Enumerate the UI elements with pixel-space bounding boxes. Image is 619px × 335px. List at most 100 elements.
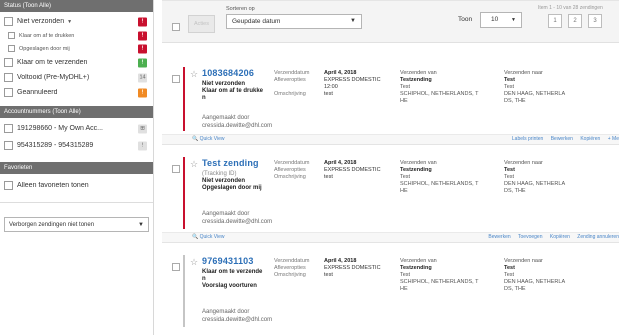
- service: EXPRESS DOMESTIC: [324, 77, 381, 83]
- sort-select[interactable]: Geupdate datum ▼: [226, 14, 362, 29]
- field-label: Verzenddatum: [274, 160, 310, 166]
- status-filter-list: Niet verzonden ▼ ! Klaar om af te drukke…: [0, 12, 153, 102]
- tracking-number-link[interactable]: 1083684206: [202, 68, 254, 78]
- card-actions: Bewerken Toevoegen Kopiëren Zending annu…: [482, 234, 619, 240]
- from-line: SCHIPHOL, NETHERLANDS, T: [400, 181, 479, 187]
- page-size-select[interactable]: 10 ▼: [480, 12, 522, 28]
- from-line: HE: [400, 188, 408, 194]
- from-line: Test: [400, 272, 411, 278]
- status-bar: [183, 67, 185, 131]
- more-link[interactable]: + Me: [608, 136, 619, 142]
- filter-klaar-om-af-te-drukken[interactable]: Klaar om af te drukken !: [4, 29, 149, 42]
- field-label: Omschrijving: [274, 272, 306, 278]
- status-line: Voorslag voorturen: [202, 283, 257, 289]
- filter-niet-verzonden[interactable]: Niet verzonden ▼ !: [4, 14, 149, 29]
- shipment-checkbox[interactable]: [172, 165, 180, 173]
- grid-icon: ⊞: [138, 124, 147, 133]
- tracking-number-link[interactable]: 9769431103: [202, 256, 254, 266]
- star-icon[interactable]: ☆: [190, 159, 198, 170]
- hidden-filter-block: Verborgen zendingen niet tonen ▼: [0, 202, 153, 232]
- page-button-1[interactable]: 1: [548, 14, 562, 28]
- filter-label: 191298660 - My Own Acc...: [17, 125, 103, 132]
- created-by-email: cressida.dewitte@dhl.com: [202, 317, 273, 323]
- checkbox[interactable]: [4, 88, 13, 97]
- shipment-list-panel: Acties Sorteren op Geupdate datum ▼ Toon…: [162, 0, 619, 335]
- quick-view-link[interactable]: 🔍 Quick View: [192, 234, 225, 240]
- count-badge: 14: [138, 73, 147, 82]
- to-header: Verzenden naar: [504, 258, 543, 264]
- page-size-value: 10: [491, 16, 499, 23]
- status-line: (Tracking ID): [202, 171, 237, 177]
- star-icon[interactable]: ☆: [190, 69, 198, 80]
- ship-date: April 4, 2018: [324, 70, 357, 76]
- checkbox[interactable]: [4, 73, 13, 82]
- alert-icon: !: [138, 88, 147, 97]
- to-line: Test: [504, 265, 515, 271]
- print-labels-link[interactable]: Labels printen: [512, 136, 543, 142]
- service: EXPRESS DOMESTIC: [324, 265, 381, 271]
- edit-link[interactable]: Bewerken: [488, 234, 510, 240]
- shipment-checkbox[interactable]: [172, 75, 180, 83]
- from-line: SCHIPHOL, NETHERLANDS, T: [400, 279, 479, 285]
- account-filter-list: 191298660 - My Own Acc... ⊞ 954315289 - …: [0, 118, 153, 156]
- from-line: Testzending: [400, 265, 432, 271]
- edit-link[interactable]: Bewerken: [551, 136, 573, 142]
- page-button-3[interactable]: 3: [588, 14, 602, 28]
- filter-account-2[interactable]: 954315289 - 954315289 !: [4, 137, 149, 154]
- status-bar: [183, 255, 185, 327]
- list-toolbar: Acties Sorteren op Geupdate datum ▼ Toon…: [162, 1, 619, 43]
- field-label: Omschrijving: [274, 174, 306, 180]
- hidden-shipments-select[interactable]: Verborgen zendingen niet tonen ▼: [4, 217, 149, 232]
- checkbox[interactable]: [8, 32, 15, 39]
- checkbox[interactable]: [4, 141, 13, 150]
- to-line: DS, THE: [504, 286, 526, 292]
- chevron-down-icon: ▼: [138, 221, 144, 228]
- status-line: Niet verzonden: [202, 178, 246, 184]
- tracking-number-link[interactable]: Test zending: [202, 158, 259, 168]
- page-button-2[interactable]: 2: [568, 14, 582, 28]
- checkbox[interactable]: [8, 45, 15, 52]
- chevron-down-icon: ▼: [350, 18, 356, 24]
- favorites-header: Favorieten: [0, 162, 153, 174]
- chevron-down-icon[interactable]: ▼: [67, 19, 72, 25]
- filter-voltooid[interactable]: Voltooid (Pre-MyDHL+) 14: [4, 70, 149, 85]
- filter-geannuleerd[interactable]: Geannuleerd !: [4, 85, 149, 100]
- copy-link[interactable]: Kopiëren: [550, 234, 570, 240]
- shipment-card: ☆ 9769431103 Klaar om te verzende n Voor…: [162, 251, 619, 335]
- copy-link[interactable]: Kopiëren: [580, 136, 600, 142]
- ship-date: April 4, 2018: [324, 160, 357, 166]
- from-header: Verzenden van: [400, 70, 437, 76]
- status-line: n: [202, 276, 206, 282]
- filter-label: Opgeslagen door mij: [19, 45, 70, 52]
- checkbox[interactable]: [4, 17, 13, 26]
- filter-opgeslagen-door-mij[interactable]: Opgeslagen door mij !: [4, 42, 149, 55]
- shipment-card: ☆ 1083684206 Niet verzonden Klaar om af …: [162, 63, 619, 145]
- add-link[interactable]: Toevoegen: [518, 234, 542, 240]
- filter-label: Voltooid (Pre-MyDHL+): [17, 74, 90, 81]
- accounts-header[interactable]: Accountnummers (Toon Alle): [0, 106, 153, 118]
- card-footer: 🔍 Quick View Bewerken Toevoegen Kopiëren…: [162, 232, 619, 242]
- alert-icon: !: [138, 31, 147, 40]
- star-icon[interactable]: ☆: [190, 257, 198, 268]
- shipment-checkbox[interactable]: [172, 263, 180, 271]
- field-label: Omschrijving: [274, 91, 306, 97]
- cancel-shipment-link[interactable]: Zending annuleren: [577, 234, 619, 240]
- chevron-down-icon: ▼: [511, 17, 516, 23]
- sidebar: Status (Toon Alle) Niet verzonden ▼ ! Kl…: [0, 0, 154, 335]
- filter-account-1[interactable]: 191298660 - My Own Acc... ⊞: [4, 120, 149, 137]
- status-header[interactable]: Status (Toon Alle): [0, 0, 153, 12]
- to-line: Test: [504, 77, 515, 83]
- checkbox[interactable]: [4, 58, 13, 67]
- info-icon: !: [138, 141, 147, 150]
- select-all-checkbox[interactable]: [172, 23, 180, 31]
- ship-date: April 4, 2018: [324, 258, 357, 264]
- checkbox[interactable]: [4, 180, 13, 190]
- filter-favorites-only[interactable]: Alleen favorieten tonen: [4, 176, 149, 194]
- created-by-email: cressida.dewitte@dhl.com: [202, 123, 273, 129]
- to-header: Verzenden naar: [504, 70, 543, 76]
- actions-button[interactable]: Acties: [188, 15, 215, 33]
- quick-view-link[interactable]: 🔍 Quick View: [192, 136, 225, 142]
- filter-klaar-om-te-verzenden[interactable]: Klaar om te verzenden !: [4, 55, 149, 70]
- checkbox[interactable]: [4, 124, 13, 133]
- favorites-list: Alleen favorieten tonen: [0, 174, 153, 196]
